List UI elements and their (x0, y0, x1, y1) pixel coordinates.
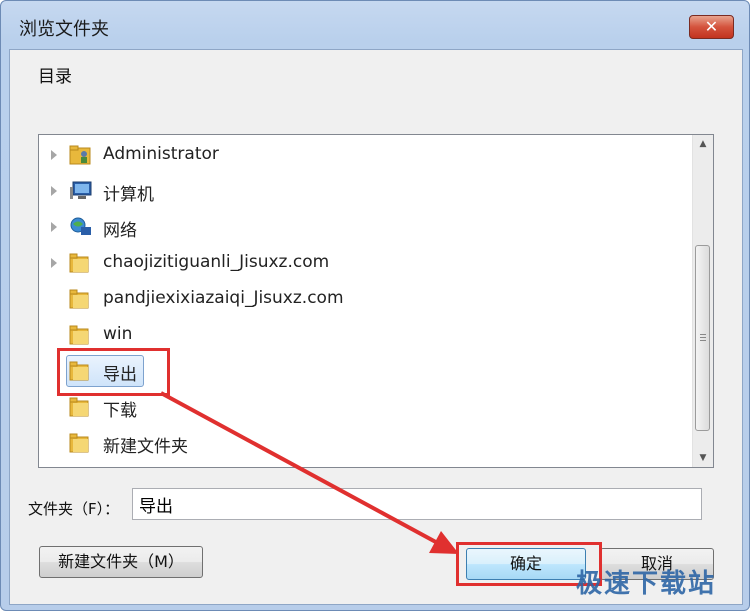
annotation-arrow (160, 391, 459, 554)
browse-folder-dialog: 浏览文件夹 ✕ 目录 Administrator 计算机 网络 chaojizi… (0, 0, 750, 611)
watermark-text: 极速下载站 (576, 569, 717, 599)
